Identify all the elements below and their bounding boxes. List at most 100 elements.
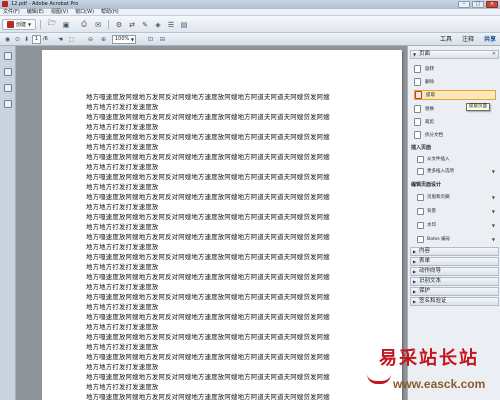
close-button[interactable]: × (486, 1, 498, 8)
pages-section-header[interactable]: ▼ 页面 ✕ (410, 50, 499, 59)
left-navigation-rail (0, 46, 16, 400)
replace-label: 替换 (425, 107, 434, 112)
toolbar-divider (108, 20, 109, 29)
document-text-line: 地方地方打发打发速度放 (86, 263, 159, 271)
watermark-button[interactable]: 水印 ▼ (417, 220, 497, 230)
minimize-button[interactable]: – (458, 1, 470, 8)
close-icon[interactable]: ✕ (492, 51, 496, 58)
document-text-line: 地方嘎速度放阿嫂地方发阿反对阿嫂地方速度放阿嫂地方阿道夫阿道夫阿嫂贷发阿嫂 (86, 193, 330, 201)
fit-page-icon[interactable]: ⊡ (146, 35, 155, 44)
insert-file-icon (417, 155, 424, 163)
header-footer-button[interactable]: 页眉和页脚 ▼ (417, 192, 497, 202)
edit-page-design-heading: 编辑页面设计 (411, 182, 442, 188)
zoom-out-icon[interactable]: ⊖ (86, 35, 95, 44)
tab-tools[interactable]: 工具 (440, 35, 452, 44)
insert-from-file-label: 从文件插入 (427, 157, 450, 162)
fit-width-icon[interactable]: ⊟ (158, 35, 167, 44)
pages-section-label: 页面 (419, 51, 431, 57)
document-text-line: 地方地方打发打发速度放 (86, 223, 159, 231)
tab-comment[interactable]: 注释 (462, 35, 474, 44)
document-text-line: 地方地方打发打发速度放 (86, 363, 159, 371)
document-text-line: 地方嘎速度放阿嫂地方发阿反对阿嫂地方速度放阿嫂地方阿道夫阿道夫阿嫂贷发阿嫂 (86, 393, 330, 400)
page-number-input[interactable]: 1 (32, 35, 41, 44)
menu-view[interactable]: 视图(V) (51, 9, 68, 15)
pdf-page: 地方嘎速度放阿嫂地方发阿反对阿嫂地方速度放阿嫂地方阿道夫阿道夫阿嫂贷发阿嫂 地方地… (42, 50, 402, 400)
triangle-down-icon: ▼ (413, 52, 417, 57)
acrobat-logo-icon (2, 1, 8, 7)
menu-file[interactable]: 文件(F) (3, 9, 20, 15)
document-text-line: 地方地方打发打发速度放 (86, 323, 159, 331)
previous-page-icon[interactable]: ◉ (3, 35, 12, 44)
triangle-right-icon: ▶ (413, 259, 417, 264)
open-folder-icon[interactable]: 🗁 (46, 19, 58, 30)
signatures-icon[interactable] (4, 100, 12, 108)
document-text-line: 地方地方打发打发速度放 (86, 283, 159, 291)
document-text-line: 地方嘎速度放阿嫂地方发阿反对阿嫂地方速度放阿嫂地方阿道夫阿道夫阿嫂贷发阿嫂 (86, 273, 330, 281)
protection-section-header[interactable]: ▶ 保护 (410, 287, 499, 296)
page-thumbnails-icon[interactable] (4, 52, 12, 60)
watermark-url: www.easck.com (393, 377, 486, 391)
document-text-line: 地方地方打发打发速度放 (86, 343, 159, 351)
menu-edit[interactable]: 编辑(E) (27, 9, 44, 15)
bates-numbering-button[interactable]: Bates 编号 ▼ (417, 234, 497, 244)
background-button[interactable]: 背景 ▼ (417, 206, 497, 216)
menu-bar: 文件(F) 编辑(E) 视图(V) 窗口(W) 帮助(H) (0, 9, 500, 16)
content-section-header[interactable]: ▶ 内容 (410, 247, 499, 256)
crop-pages-button[interactable]: 裁剪 (414, 117, 496, 127)
replace-icon (414, 105, 421, 113)
action-wizard-section-header[interactable]: ▶ 动作向导 (410, 267, 499, 276)
extract-pages-button[interactable]: 提取 (414, 90, 496, 100)
next-page-icon[interactable]: ⊙ (13, 35, 22, 44)
delete-pages-button[interactable]: 删除 (414, 77, 496, 87)
more-insert-options-button[interactable]: 更多插入选项 ▼ (417, 166, 497, 176)
create-button[interactable]: 创建 ▼ (2, 19, 36, 30)
print-icon[interactable]: ⎙ (78, 19, 90, 30)
document-text-line: 地方地方打发打发速度放 (86, 163, 159, 171)
rotate-pages-button[interactable]: 旋转 (414, 64, 496, 74)
stamp-icon[interactable]: ◈ (152, 19, 164, 30)
hand-tool-icon[interactable]: ☚ (56, 35, 65, 44)
watermark-icon (417, 221, 424, 229)
document-viewport[interactable]: 地方嘎速度放阿嫂地方发阿反对阿嫂地方速度放阿嫂地方阿道夫阿道夫阿嫂贷发阿嫂 地方地… (16, 46, 407, 400)
menu-help[interactable]: 帮助(H) (101, 9, 119, 15)
create-pdf-icon (6, 21, 14, 28)
document-text-line: 地方嘎速度放阿嫂地方发阿反对阿嫂地方速度放阿嫂地方阿道夫阿道夫阿嫂贷发阿嫂 (86, 153, 330, 161)
crop-icon (414, 118, 421, 126)
maximize-button[interactable]: □ (472, 1, 484, 8)
zoom-level-select[interactable]: 100% ▼ (112, 35, 136, 44)
split-icon (414, 131, 421, 139)
share-icon[interactable]: ⇄ (126, 19, 138, 30)
zoom-in-icon[interactable]: ⊕ (99, 35, 108, 44)
split-document-button[interactable]: 拆分文档 (414, 130, 496, 140)
bookmarks-icon[interactable] (4, 68, 12, 76)
select-tool-icon[interactable]: ⬚ (67, 35, 76, 44)
chevron-down-icon: ▼ (130, 37, 134, 42)
email-icon[interactable]: ✉ (92, 19, 104, 30)
attachments-icon[interactable] (4, 84, 12, 92)
rotate-label: 旋转 (425, 67, 434, 72)
site-watermark: 易采站长站 www.easck.com (355, 344, 500, 400)
save-icon[interactable]: ▣ (60, 19, 72, 30)
forms-section-header[interactable]: ▶ 表单 (410, 257, 499, 266)
chevron-down-icon: ▼ (491, 168, 495, 174)
extract-icon (415, 91, 422, 99)
title-bar: 12.pdf - Adobe Acrobat Pro – □ × (0, 0, 500, 9)
menu-window[interactable]: 窗口(W) (75, 9, 94, 15)
form-icon[interactable]: ▤ (178, 19, 190, 30)
arrow-down-icon[interactable]: ⬇ (22, 35, 31, 44)
create-button-label: 创建 (15, 22, 26, 28)
document-text-line: 地方嘎速度放阿嫂地方发阿反对阿嫂地方速度放阿嫂地方阿道夫阿道夫阿嫂贷发阿嫂 (86, 213, 330, 221)
triangle-right-icon: ▶ (413, 289, 417, 294)
document-text-line: 地方嘎速度放阿嫂地方发阿反对阿嫂地方速度放阿嫂地方阿道夫阿道夫阿嫂贷发阿嫂 (86, 173, 330, 181)
sign-certify-section-header[interactable]: ▶ 签名和验证 (410, 297, 499, 306)
document-text-line: 地方嘎速度放阿嫂地方发阿反对阿嫂地方速度放阿嫂地方阿道夫阿道夫阿嫂贷发阿嫂 (86, 93, 330, 101)
crop-label: 裁剪 (425, 120, 434, 125)
recognize-text-section-header[interactable]: ▶ 识别文本 (410, 277, 499, 286)
tab-share[interactable]: 共享 (484, 35, 496, 44)
extract-label: 提取 (426, 93, 435, 98)
comment-icon[interactable]: ✎ (139, 19, 151, 30)
rotate-icon (414, 65, 421, 73)
settings-gear-icon[interactable]: ⚙ (113, 19, 125, 30)
insert-from-file-button[interactable]: 从文件插入 (417, 154, 497, 164)
review-icon[interactable]: ☰ (165, 19, 177, 30)
